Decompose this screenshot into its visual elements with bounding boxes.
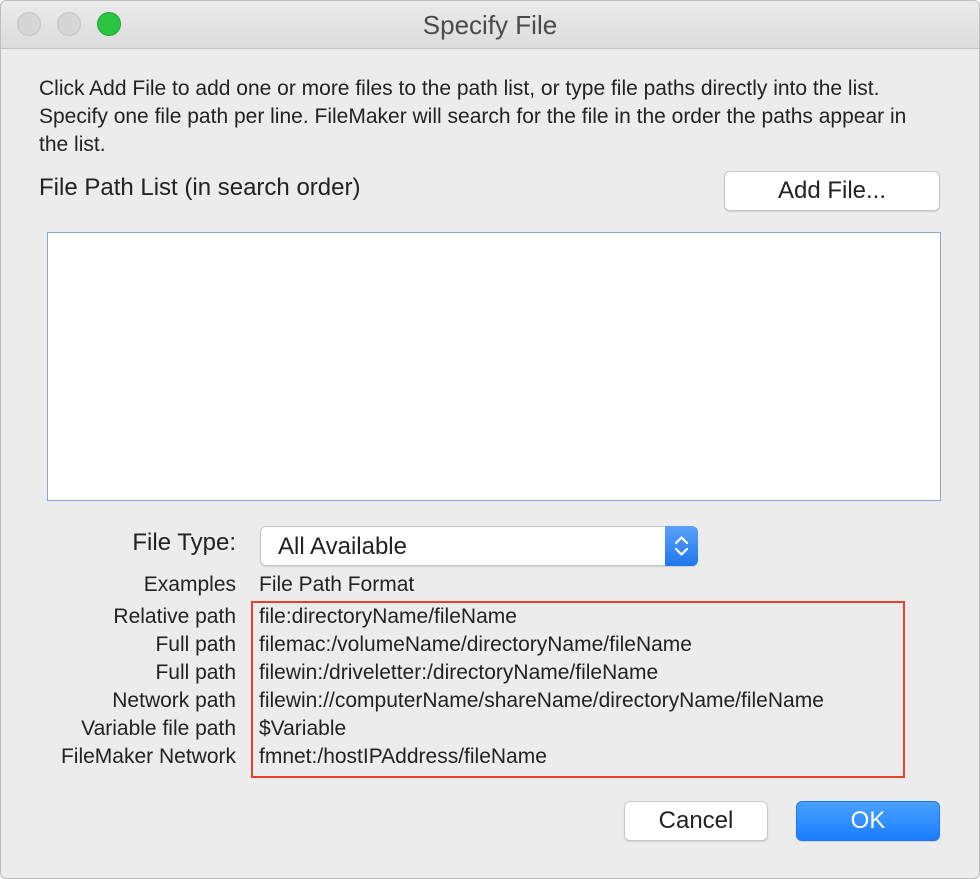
add-file-button[interactable]: Add File... [724, 171, 940, 211]
example-label: FileMaker Network [60, 745, 236, 768]
cancel-button[interactable]: Cancel [624, 801, 768, 841]
file-path-format-header: File Path Format [259, 573, 415, 596]
file-type-selected-value: All Available [278, 533, 407, 560]
instructions-text: Click Add File to add one or more files … [39, 77, 907, 156]
up-down-chevron-icon[interactable] [665, 526, 698, 566]
example-label: Full path [155, 633, 236, 656]
example-label: Variable file path [81, 717, 236, 740]
file-path-list-textarea[interactable] [47, 232, 941, 501]
title-bar: Specify File [1, 1, 979, 49]
example-label: Full path [155, 661, 236, 684]
window-title: Specify File [422, 10, 558, 40]
examples-header-label: Examples [143, 573, 236, 596]
file-path-list-label: File Path List (in search order) [39, 174, 361, 201]
examples-highlight-box [251, 601, 905, 778]
ok-button[interactable]: OK [796, 801, 940, 841]
example-label: Relative path [113, 605, 236, 628]
specify-file-dialog: Specify File Click Add File to add one o… [0, 0, 980, 879]
file-type-label: File Type: [132, 529, 236, 556]
file-type-select[interactable]: All Available [260, 526, 698, 566]
example-label: Network path [112, 689, 236, 712]
examples-header: Examples File Path Format [1, 573, 979, 601]
